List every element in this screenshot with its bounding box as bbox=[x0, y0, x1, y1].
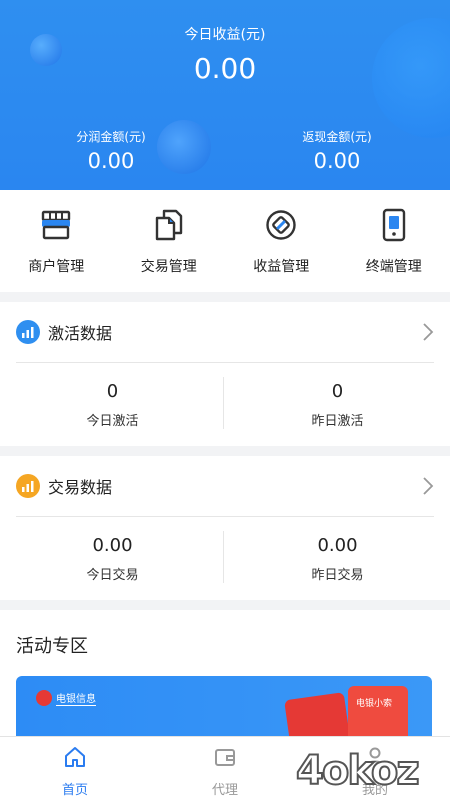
today-activation: 0 今日激活 bbox=[0, 363, 225, 446]
brand-logo: 电银信息 bbox=[36, 690, 96, 706]
earnings-header: 今日收益(元) 0.00 分润金额(元) 0.00 返现金额(元) 0.00 bbox=[0, 0, 450, 190]
today-income-value: 0.00 bbox=[193, 52, 257, 85]
activation-data-title: 激活数据 bbox=[48, 324, 113, 343]
menu-transaction-management[interactable]: 交易管理 bbox=[113, 190, 226, 292]
chevron-right-icon[interactable] bbox=[422, 476, 434, 500]
chart-icon bbox=[16, 474, 40, 498]
menu-terminal-management[interactable]: 终端管理 bbox=[338, 190, 450, 292]
home-icon bbox=[63, 745, 87, 773]
terminal-icon bbox=[377, 208, 411, 242]
quick-menu: 商户管理 交易管理 收益管理 终端管理 bbox=[0, 190, 450, 292]
tab-label: 代理 bbox=[211, 783, 238, 798]
menu-label: 商户管理 bbox=[28, 259, 85, 275]
menu-merchant-management[interactable]: 商户管理 bbox=[0, 190, 113, 292]
menu-label: 收益管理 bbox=[253, 259, 310, 275]
chart-icon bbox=[16, 320, 40, 344]
diamond-icon bbox=[264, 208, 298, 242]
activation-data-card: 激活数据 0 今日激活 0 昨日激活 bbox=[0, 302, 450, 446]
divider bbox=[223, 377, 224, 429]
transaction-data-title: 交易数据 bbox=[48, 478, 113, 497]
today-transaction-value: 0.00 bbox=[92, 535, 133, 556]
split-amount: 分润金额(元) 0.00 bbox=[36, 128, 186, 173]
today-transaction-label: 今日交易 bbox=[86, 568, 139, 583]
menu-label: 终端管理 bbox=[365, 259, 422, 275]
wallet-icon bbox=[213, 745, 237, 773]
cashback-amount-label: 返现金额(元) bbox=[302, 130, 372, 144]
tab-agent[interactable]: 代理 bbox=[150, 737, 300, 800]
yesterday-transaction: 0.00 昨日交易 bbox=[225, 517, 450, 600]
yesterday-activation: 0 昨日激活 bbox=[225, 363, 450, 446]
tab-home[interactable]: 首页 bbox=[0, 737, 150, 800]
yesterday-transaction-value: 0.00 bbox=[317, 535, 358, 556]
logo-icon bbox=[36, 690, 52, 706]
split-amount-value: 0.00 bbox=[87, 149, 135, 173]
cashback-amount-value: 0.00 bbox=[313, 149, 361, 173]
menu-label: 交易管理 bbox=[140, 259, 197, 275]
cashback-amount: 返现金额(元) 0.00 bbox=[262, 128, 412, 173]
activation-data-header[interactable]: 激活数据 bbox=[0, 302, 450, 362]
store-icon bbox=[39, 208, 73, 242]
yesterday-activation-value: 0 bbox=[331, 381, 344, 402]
document-icon bbox=[152, 208, 186, 242]
menu-income-management[interactable]: 收益管理 bbox=[225, 190, 338, 292]
device-label: 电银小索 bbox=[356, 699, 393, 709]
activity-zone-title: 活动专区 bbox=[16, 636, 88, 657]
chevron-right-icon[interactable] bbox=[422, 322, 434, 346]
split-amount-label: 分润金额(元) bbox=[76, 130, 146, 144]
watermark: 4okoz bbox=[295, 747, 421, 795]
today-activation-label: 今日激活 bbox=[86, 414, 139, 429]
transaction-data-card: 交易数据 0.00 今日交易 0.00 昨日交易 bbox=[0, 456, 450, 600]
today-activation-value: 0 bbox=[106, 381, 119, 402]
yesterday-activation-label: 昨日激活 bbox=[311, 414, 364, 429]
today-transaction: 0.00 今日交易 bbox=[0, 517, 225, 600]
divider bbox=[223, 531, 224, 583]
tab-label: 首页 bbox=[61, 783, 88, 798]
today-income-label: 今日收益(元) bbox=[184, 27, 266, 43]
brand-logo-text: 电银信息 bbox=[56, 690, 96, 706]
transaction-data-header[interactable]: 交易数据 bbox=[0, 456, 450, 516]
yesterday-transaction-label: 昨日交易 bbox=[311, 568, 364, 583]
